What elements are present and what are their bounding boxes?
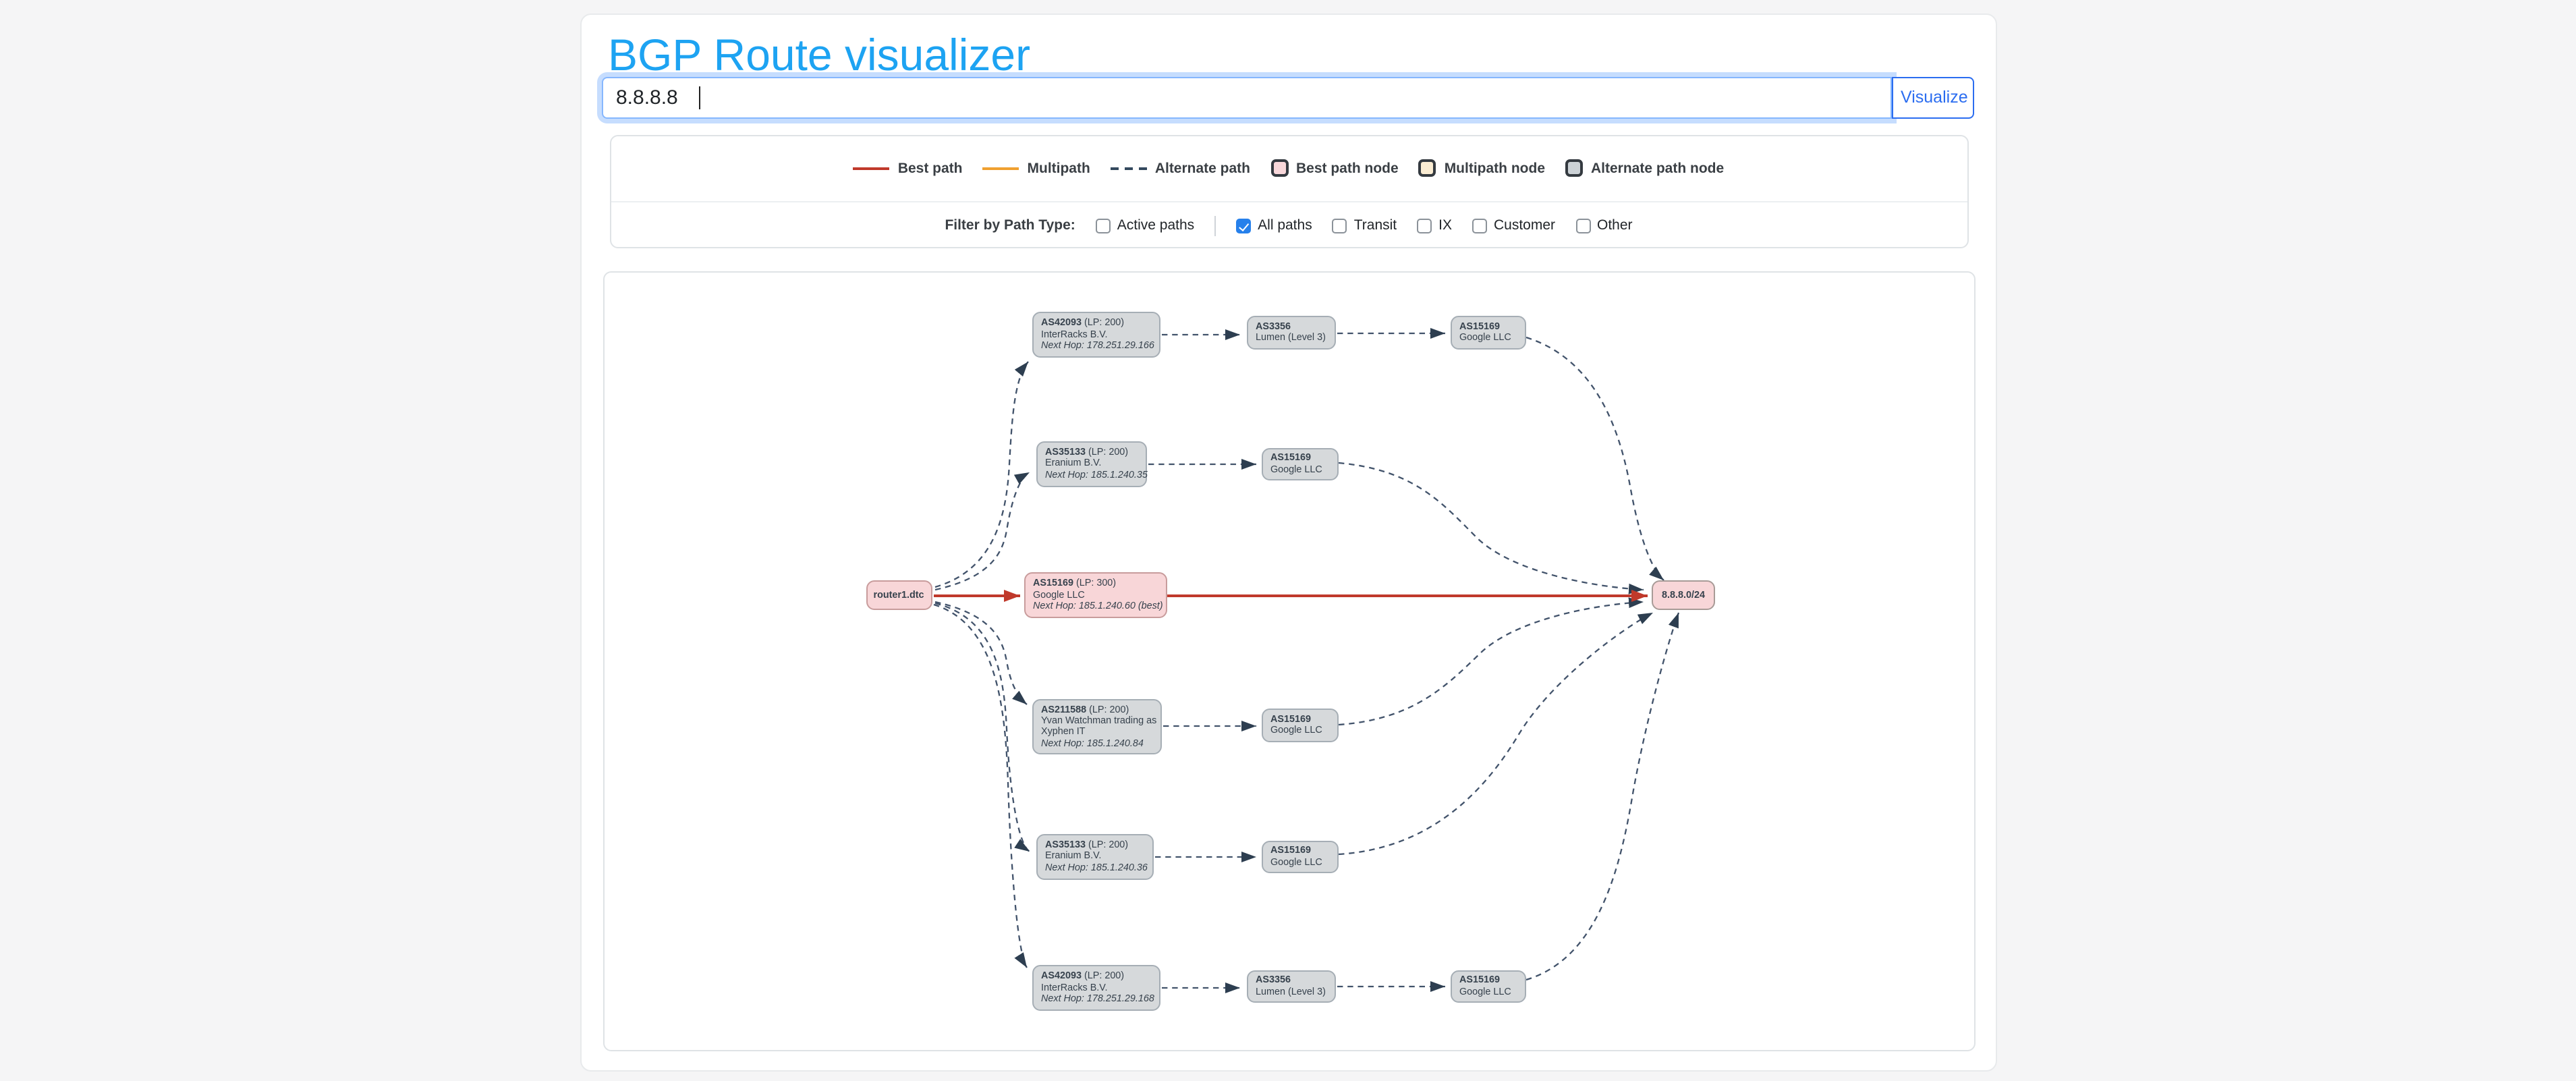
search-row: Visualize <box>601 76 1973 118</box>
checkbox-transit[interactable] <box>1333 218 1347 233</box>
graph-node-as211588-r4a[interactable]: AS211588 (LP: 200)Yvan Watchman trading … <box>1032 698 1161 754</box>
legend-item-multipath-node: Multipath node <box>1419 159 1545 177</box>
edge-as15169-r5-to-dest <box>1338 612 1652 854</box>
edge-as15169-r1-to-dest <box>1525 337 1663 580</box>
graph-node-as3356-r6b[interactable]: AS3356Lumen (Level 3) <box>1246 970 1335 1003</box>
graph-node-as42093-r6a[interactable]: AS42093 (LP: 200)InterRacks B.V.Next Hop… <box>1032 965 1160 1011</box>
page: BGP Route visualizer Visualize Best path… <box>0 0 2576 1081</box>
checkbox-ix[interactable] <box>1417 218 1432 233</box>
checkbox-label: Customer <box>1494 217 1555 233</box>
legend-label: Alternate path node <box>1591 160 1724 176</box>
graph-node-as15169-r4b[interactable]: AS15169Google LLC <box>1261 709 1338 742</box>
checkbox-customer[interactable] <box>1472 218 1487 233</box>
legend-label: Best path node <box>1296 160 1399 176</box>
legend-row: Best path Multipath Alternate path Best pat… <box>611 136 1967 202</box>
checkbox-active-paths[interactable] <box>1096 218 1111 233</box>
filter-option-active-paths: Active paths <box>1096 217 1194 233</box>
filter-title: Filter by Path Type: <box>945 217 1075 233</box>
checkbox-label: Active paths <box>1117 217 1194 233</box>
graph-node-router1-dtc-router[interactable]: router1.dtc <box>866 580 932 610</box>
graph-node-as3356-r1b[interactable]: AS3356Lumen (Level 3) <box>1246 316 1335 349</box>
graph-node-8-8-8-0-24-dest[interactable]: 8.8.8.0/24 <box>1652 580 1715 610</box>
multipath-node-swatch <box>1419 159 1436 177</box>
graph-node-as15169-r6c[interactable]: AS15169Google LLC <box>1450 970 1525 1003</box>
graph-node-as42093-r1a[interactable]: AS42093 (LP: 200)InterRacks B.V.Next Hop… <box>1032 312 1160 357</box>
checkbox-label: All paths <box>1258 217 1312 233</box>
checkbox-other[interactable] <box>1575 218 1590 233</box>
graph-node-as35133-r2a[interactable]: AS35133 (LP: 200)Eranium B.V.Next Hop: 1… <box>1036 441 1146 487</box>
graph-node-as15169-r2b[interactable]: AS15169Google LLC <box>1261 447 1338 480</box>
checkbox-label: Transit <box>1354 217 1397 233</box>
legend-item-best-path: Best path <box>853 160 963 176</box>
checkbox-all-paths[interactable] <box>1236 218 1251 233</box>
visualize-button[interactable]: Visualize <box>1891 76 1973 118</box>
edge-router-to-as35133-r2 <box>934 472 1029 589</box>
legend-item-alternate-path: Alternate path <box>1111 160 1250 176</box>
filter-option-ix: IX <box>1417 217 1452 233</box>
graph-node-as15169-r1c[interactable]: AS15169Google LLC <box>1450 316 1525 349</box>
legend-panel: Best path Multipath Alternate path Best pat… <box>609 134 1968 248</box>
graph-node-as15169-best[interactable]: AS15169 (LP: 300)Google LLCNext Hop: 185… <box>1024 572 1167 618</box>
prefix-input[interactable] <box>601 76 1891 118</box>
legend-label: Multipath <box>1028 160 1090 176</box>
filter-row: Filter by Path Type: Active paths All pat… <box>611 202 1967 249</box>
legend-label: Best path <box>898 160 963 176</box>
filter-divider <box>1214 215 1216 235</box>
legend-label: Multipath node <box>1445 160 1545 176</box>
alternate-path-node-swatch <box>1565 159 1583 177</box>
multipath-line-swatch <box>983 167 1019 169</box>
edge-as15169-r4-to-dest <box>1338 601 1643 724</box>
checkbox-label: IX <box>1438 217 1452 233</box>
legend-item-best-path-node: Best path node <box>1270 159 1399 177</box>
text-caret <box>698 86 700 109</box>
edge-as15169-r2-to-dest <box>1338 462 1643 589</box>
page-title: BGP Route visualizer <box>608 30 1030 81</box>
filter-option-other: Other <box>1575 217 1633 233</box>
main-card: BGP Route visualizer Visualize Best path… <box>580 13 1996 1072</box>
edge-router-to-as42093-top <box>934 361 1028 586</box>
edge-router-to-as35133-r5 <box>934 603 1029 851</box>
edge-as15169-r6-to-dest <box>1525 612 1678 979</box>
bgp-graph: router1.dtc AS42093 (LP: 200)InterRacks B… <box>603 271 1975 1051</box>
filter-option-all-paths: All paths <box>1236 217 1312 233</box>
filter-option-transit: Transit <box>1333 217 1397 233</box>
filter-option-customer: Customer <box>1472 217 1555 233</box>
alternate-path-line-swatch <box>1111 167 1147 169</box>
legend-item-multipath: Multipath <box>983 160 1090 176</box>
checkbox-label: Other <box>1597 217 1633 233</box>
best-path-line-swatch <box>853 167 890 169</box>
graph-canvas <box>604 272 1975 1051</box>
legend-label: Alternate path <box>1155 160 1250 176</box>
graph-node-as15169-r5b[interactable]: AS15169Google LLC <box>1261 840 1338 872</box>
best-path-node-swatch <box>1270 159 1288 177</box>
edge-router-to-as42093-bottom <box>933 604 1026 967</box>
edge-router-to-as211588 <box>934 601 1026 704</box>
graph-node-as35133-r5a[interactable]: AS35133 (LP: 200)Eranium B.V.Next Hop: 1… <box>1036 833 1153 879</box>
legend-item-alternate-path-node: Alternate path node <box>1565 159 1724 177</box>
